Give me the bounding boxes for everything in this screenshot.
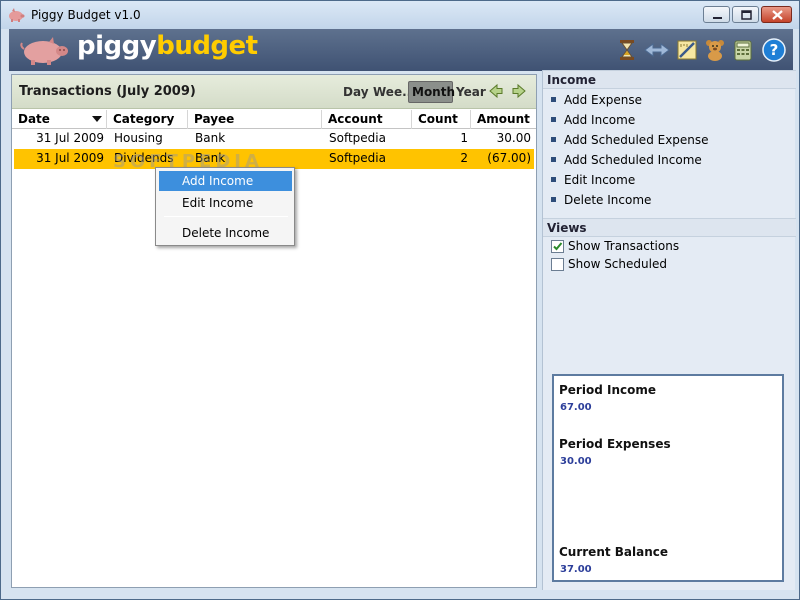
- previous-period-icon[interactable]: [488, 83, 504, 99]
- bullet-icon: [551, 197, 556, 202]
- close-button[interactable]: [761, 6, 792, 23]
- cell-category: Housing: [114, 131, 163, 145]
- column-account[interactable]: Account: [322, 110, 412, 129]
- cell-payee: Bank: [195, 151, 226, 165]
- period-income-value: 67.00: [560, 402, 592, 413]
- action-edit-income[interactable]: Edit Income: [551, 170, 635, 190]
- window-title: Piggy Budget v1.0: [31, 8, 141, 22]
- column-amount[interactable]: Amount: [471, 110, 536, 129]
- minimize-button[interactable]: [703, 6, 730, 23]
- column-payee[interactable]: Payee: [188, 110, 322, 129]
- help-icon[interactable]: ?: [762, 38, 786, 62]
- show-transactions-checkbox[interactable]: [551, 240, 564, 253]
- restore-icon: [741, 10, 752, 20]
- cell-date: 31 Jul 2009: [36, 151, 104, 165]
- current-balance-label: Current Balance: [559, 545, 669, 559]
- cell-amount: (67.00): [487, 151, 531, 165]
- menu-item-delete-income[interactable]: Delete Income: [159, 223, 292, 243]
- action-add-scheduled-expense[interactable]: Add Scheduled Expense: [551, 130, 709, 150]
- action-add-expense[interactable]: Add Expense: [551, 90, 642, 110]
- next-period-icon[interactable]: [511, 83, 527, 99]
- hourglass-icon[interactable]: [615, 38, 639, 62]
- cell-amount: 30.00: [496, 131, 531, 145]
- brand-logo-text: piggybudget: [77, 31, 258, 61]
- bullet-icon: [551, 137, 556, 142]
- app-window: Piggy Budget v1.0 piggybudget ? Transact…: [0, 0, 800, 600]
- current-balance-value: 37.00: [560, 564, 592, 575]
- svg-text:?: ?: [770, 41, 779, 59]
- transactions-title: Transactions (July 2009): [19, 84, 196, 99]
- checkmark-icon: [553, 242, 563, 251]
- minimize-icon: [713, 17, 722, 19]
- cell-payee: Bank: [195, 131, 226, 145]
- maximize-button[interactable]: [732, 6, 759, 23]
- teddy-bear-icon[interactable]: [703, 38, 727, 62]
- period-summary-box: Period Income 67.00 Period Expenses 30.0…: [552, 374, 784, 582]
- menu-item-add-income[interactable]: Add Income: [159, 171, 292, 191]
- action-add-scheduled-income[interactable]: Add Scheduled Income: [551, 150, 702, 170]
- transactions-panel: Transactions (July 2009) Day Wee... Mont…: [11, 74, 537, 588]
- period-income-label: Period Income: [559, 383, 656, 397]
- sort-descending-icon: [92, 116, 102, 122]
- close-icon: [772, 10, 783, 20]
- pig-app-icon: [9, 8, 25, 22]
- column-category[interactable]: Category: [107, 110, 188, 129]
- bullet-icon: [551, 177, 556, 182]
- cell-account: Softpedia: [329, 131, 386, 145]
- action-delete-income[interactable]: Delete Income: [551, 190, 651, 210]
- menu-item-edit-income[interactable]: Edit Income: [159, 193, 292, 213]
- cell-date: 31 Jul 2009: [36, 131, 104, 145]
- column-date[interactable]: Date: [12, 110, 107, 129]
- view-month-button[interactable]: Month: [408, 81, 455, 103]
- cell-count: 1: [460, 131, 468, 145]
- show-transactions-label[interactable]: Show Transactions: [568, 237, 679, 255]
- view-year-button[interactable]: Year: [453, 81, 489, 103]
- title-bar[interactable]: Piggy Budget v1.0: [1, 1, 799, 29]
- show-scheduled-label[interactable]: Show Scheduled: [568, 255, 667, 273]
- period-expenses-value: 30.00: [560, 456, 592, 467]
- ruler-edit-icon[interactable]: [675, 38, 699, 62]
- views-section-header: Views: [543, 218, 796, 237]
- table-header: Date Category Payee Account Count Amount: [12, 110, 536, 129]
- column-count[interactable]: Count: [412, 110, 471, 129]
- menu-separator: [164, 216, 288, 217]
- view-day-button[interactable]: Day: [340, 81, 372, 103]
- table-row-selected[interactable]: 31 Jul 2009 Dividends Bank Softpedia 2 (…: [14, 149, 534, 169]
- transactions-header: Transactions (July 2009) Day Wee... Mont…: [12, 75, 536, 109]
- bullet-icon: [551, 117, 556, 122]
- cell-count: 2: [460, 151, 468, 165]
- action-add-income[interactable]: Add Income: [551, 110, 635, 130]
- context-menu: Add Income Edit Income Delete Income: [155, 167, 295, 246]
- show-scheduled-checkbox[interactable]: [551, 258, 564, 271]
- calculator-icon[interactable]: [731, 38, 755, 62]
- income-section-header: Income: [543, 70, 796, 89]
- transfer-arrows-icon[interactable]: [643, 38, 671, 62]
- bullet-icon: [551, 97, 556, 102]
- header-banner: piggybudget ?: [9, 29, 793, 71]
- cell-account: Softpedia: [329, 151, 386, 165]
- cell-category: Dividends: [114, 151, 174, 165]
- pig-logo-icon: [20, 37, 68, 65]
- side-panel: Income Add Expense Add Income Add Schedu…: [542, 70, 796, 590]
- bullet-icon: [551, 157, 556, 162]
- period-expenses-label: Period Expenses: [559, 437, 671, 451]
- table-row[interactable]: 31 Jul 2009 Housing Bank Softpedia 1 30.…: [14, 129, 534, 149]
